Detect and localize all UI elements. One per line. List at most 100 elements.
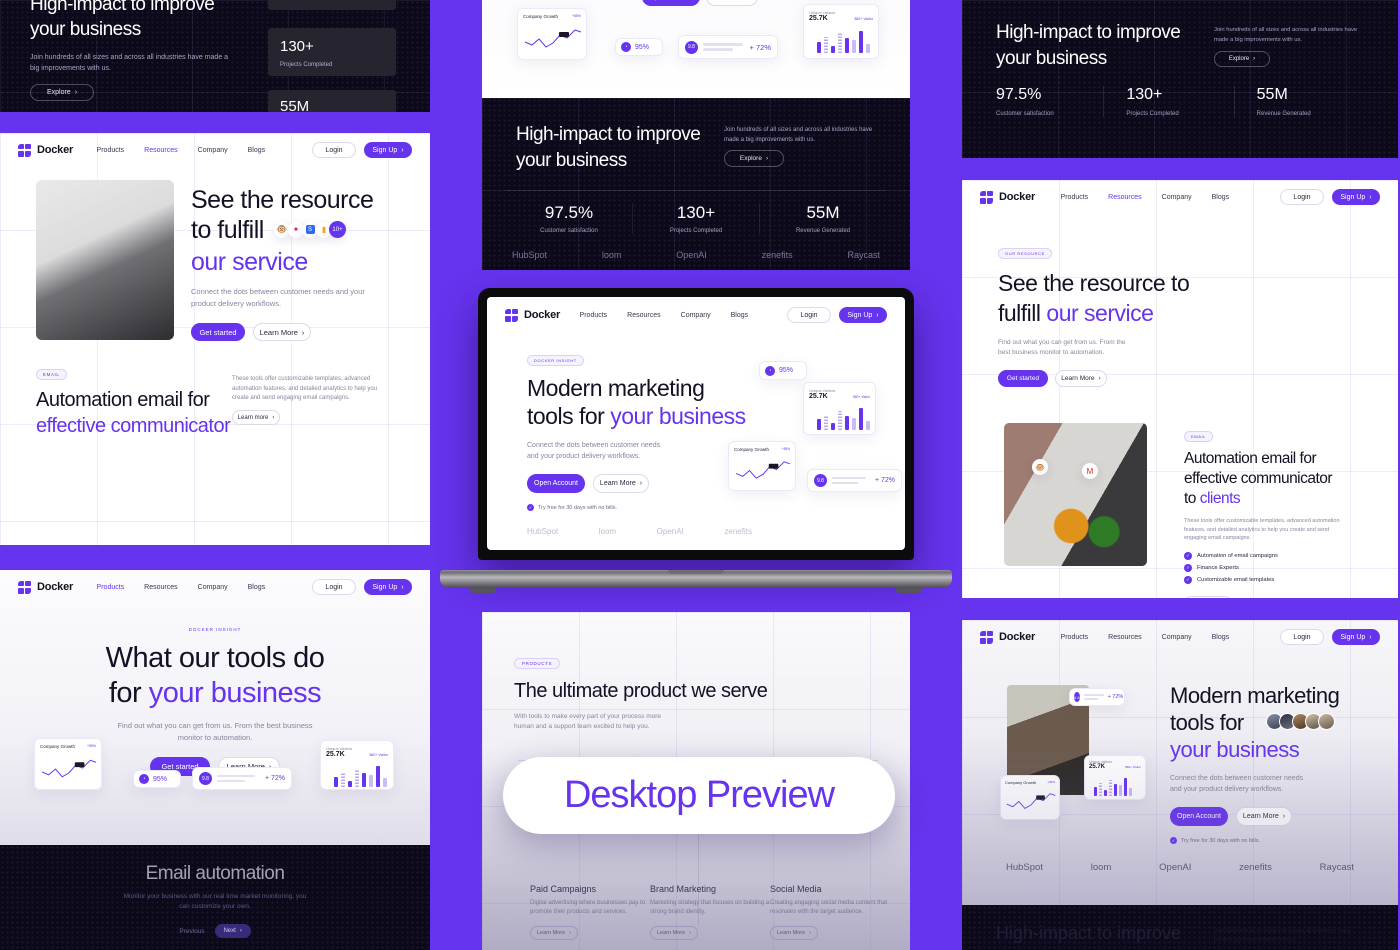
get-started-button[interactable]: Get started xyxy=(191,323,245,341)
logo-loom: loom xyxy=(1090,862,1112,873)
score-badge: 9.8 xyxy=(685,40,698,54)
product-learn-more-3[interactable]: Learn More xyxy=(650,926,698,940)
previous-button[interactable]: Previous xyxy=(179,928,204,935)
product-card-paid-campaigns[interactable]: Paid Campaigns Digital advertising where… xyxy=(530,884,660,940)
product-learn-more-2[interactable]: Learn More xyxy=(530,926,578,940)
get-started-label: Get started xyxy=(1006,375,1040,382)
marketing-description: Connect the dots between customer needs … xyxy=(527,442,661,460)
learn-more-button[interactable]: Learn More xyxy=(253,323,311,341)
nav-link-products[interactable]: Products xyxy=(97,584,125,591)
nav-link-blogs[interactable]: Blogs xyxy=(248,584,266,591)
learn-more-button[interactable]: Learn More xyxy=(1055,370,1107,387)
email-automation-title: Email automation xyxy=(145,863,285,884)
product-card-social-media[interactable]: Social Media Creating engaging social me… xyxy=(770,884,900,940)
company-growth-card: Company Growth +55% xyxy=(1000,775,1060,820)
company-growth-card: Company Growth +55% xyxy=(34,738,102,790)
nav-link-company[interactable]: Company xyxy=(198,584,228,591)
automation-learn-more-button[interactable]: Learn more xyxy=(1184,595,1232,598)
brand-logo[interactable]: Docker xyxy=(18,143,73,157)
automation-description: These tools offer customizable templates… xyxy=(232,376,378,401)
chevron-right-icon xyxy=(876,312,878,319)
gauge-icon: ◔ xyxy=(621,42,631,52)
tools-heading: What our tools do for your business xyxy=(0,641,430,711)
resource-heading-line2: to fulfill xyxy=(191,216,264,244)
signup-button[interactable]: Sign Up xyxy=(839,307,887,323)
learn-more-button[interactable]: Learn More xyxy=(1236,807,1292,826)
nav-link-resources[interactable]: Resources xyxy=(627,312,660,319)
unique-visitors-bar-chart xyxy=(809,25,873,53)
open-account-button[interactable]: Open Account xyxy=(1170,807,1228,826)
explore-button[interactable]: Explore xyxy=(30,84,94,101)
marketing-description: Connect the dots between customer needs … xyxy=(1170,775,1304,793)
chevron-right-icon xyxy=(766,155,768,162)
nav-link-products[interactable]: Products xyxy=(97,147,125,154)
unique-visitors-legend: 860+ Visitor xyxy=(854,16,873,21)
next-button[interactable]: Next xyxy=(214,924,251,938)
tools-eyebrow: DOCKER INSIGHT xyxy=(188,627,242,632)
explore-button[interactable]: Explore xyxy=(724,150,784,167)
login-button[interactable]: Login xyxy=(312,142,356,158)
desktop-preview-pill[interactable]: Desktop Preview xyxy=(503,757,895,834)
docker-grid-logo-icon xyxy=(980,190,993,204)
products-heading: The ultimate product we serve xyxy=(514,680,768,702)
automation-bullets: ✓ Automation of email campaigns ✓ Finance … xyxy=(1184,551,1364,584)
logo-loom: loom xyxy=(598,527,617,536)
learn-more-button[interactable]: Learn More xyxy=(593,474,649,493)
nav-link-blogs[interactable]: Blogs xyxy=(731,312,749,319)
nav-link-resources[interactable]: Resources xyxy=(144,147,177,154)
nav-link-blogs[interactable]: Blogs xyxy=(1212,194,1230,201)
open-account-label: Open Account xyxy=(649,0,693,1)
get-started-button[interactable]: Get started xyxy=(998,370,1048,387)
nav-link-products[interactable]: Products xyxy=(580,312,608,319)
brand-name: Docker xyxy=(999,191,1036,203)
open-account-button[interactable]: Open Account xyxy=(527,474,585,493)
avatar-group xyxy=(1266,713,1335,730)
score-delta: + 72% xyxy=(874,477,895,484)
nav-link-products[interactable]: Products xyxy=(1061,194,1089,201)
signup-button[interactable]: Sign Up xyxy=(364,142,412,158)
login-button[interactable]: Login xyxy=(1280,189,1324,205)
explore-button[interactable]: Explore xyxy=(1214,51,1270,67)
score-badge: 9.8 xyxy=(814,474,827,487)
product-card-brand-marketing[interactable]: Brand Marketing Marketing strategy that … xyxy=(650,884,780,940)
open-account-button[interactable]: Open Account xyxy=(642,0,700,6)
product-learn-more-4[interactable]: Learn More xyxy=(770,926,818,940)
learn-more-button[interactable]: Learn More xyxy=(706,0,758,6)
brand-logo[interactable]: Docker xyxy=(18,580,73,594)
automation-heading: Automation email for effective communica… xyxy=(1184,449,1364,509)
explore-button-label: Explore xyxy=(739,155,762,162)
stat-label-1: Projects Completed xyxy=(280,62,333,68)
nav-link-blogs[interactable]: Blogs xyxy=(248,147,266,154)
nav-link-company[interactable]: Company xyxy=(198,147,228,154)
login-button[interactable]: Login xyxy=(787,307,831,323)
company-growth-title: Company Growth xyxy=(1005,780,1037,785)
impact-heading: High-impact to improve your business xyxy=(516,122,716,174)
check-icon: ✓ xyxy=(527,504,534,511)
logo-hubspot: HubSpot xyxy=(512,250,548,260)
stat-label-0: Customer satisfaction xyxy=(540,228,598,234)
automation-description: These tools offer customizable templates… xyxy=(1184,518,1340,541)
brand-logo[interactable]: Docker xyxy=(980,190,1036,204)
check-icon: ✓ xyxy=(1184,563,1192,572)
stat-value-0: 97.5% xyxy=(544,203,594,222)
nav-link-resources[interactable]: Resources xyxy=(144,584,177,591)
automation-learn-more-label: Learn more xyxy=(237,414,269,421)
signup-button[interactable]: Sign Up xyxy=(1332,189,1380,205)
marketing-heading-line1: Modern marketing xyxy=(1170,683,1340,708)
logo-zenefits: zenefits xyxy=(724,527,752,536)
impact-stats-row: 97.5% Customer satisfaction 130+ Project… xyxy=(996,86,1364,117)
brand-logo[interactable]: Docker xyxy=(505,308,560,322)
signup-button[interactable]: Sign Up xyxy=(364,579,412,595)
products-eyebrow-badge: PRODUCTS xyxy=(514,658,561,669)
resource-heading-line2-accent: our service xyxy=(1046,300,1154,326)
bullet-1: ✓ Finance Experts xyxy=(1184,563,1364,572)
nav-link-resources[interactable]: Resources xyxy=(1108,194,1141,201)
nav-link-company[interactable]: Company xyxy=(681,312,711,319)
learn-more-label: Learn More xyxy=(259,327,298,337)
chevron-right-icon xyxy=(240,928,242,934)
automation-learn-more-button[interactable]: Learn more xyxy=(232,410,280,425)
automation-heading-line3-accent: clients xyxy=(1199,490,1241,507)
automation-heading-line2: effective communicator xyxy=(36,415,231,437)
nav-link-company[interactable]: Company xyxy=(1162,194,1192,201)
login-button[interactable]: Login xyxy=(312,579,356,595)
